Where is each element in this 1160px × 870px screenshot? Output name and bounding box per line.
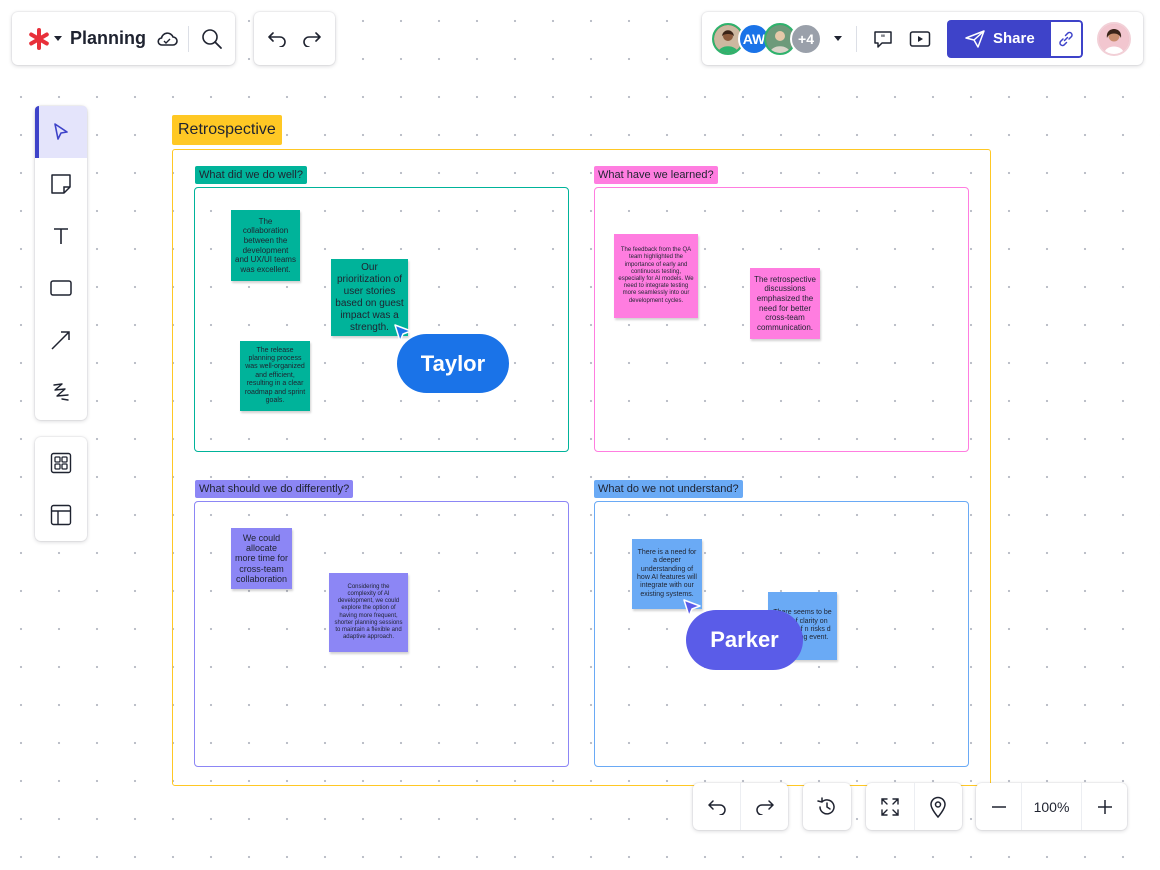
collaborator-cursor-label: Taylor: [397, 334, 509, 393]
templates-tool[interactable]: [35, 437, 87, 489]
cursor-arrow-icon: [54, 123, 68, 140]
layout-icon: [50, 504, 72, 526]
share-group: Share: [947, 19, 1083, 58]
quadrant-label-learned[interactable]: What have we learned?: [594, 166, 718, 184]
history-toolbar: [254, 12, 335, 65]
share-button-label: Share: [993, 30, 1035, 47]
link-icon: [1058, 31, 1073, 46]
sticky-note-icon: [51, 174, 71, 194]
tool-palette: [35, 106, 87, 420]
logo-menu-caret-icon[interactable]: [54, 35, 62, 42]
fit-to-screen-icon[interactable]: [866, 783, 915, 830]
quadrant-label-well[interactable]: What did we do well?: [195, 166, 307, 184]
view-controls: [866, 783, 962, 830]
divider: [188, 25, 189, 52]
sticky-note[interactable]: We could allocate more time for cross-te…: [231, 528, 292, 589]
secondary-tool-palette: [35, 437, 87, 541]
app-logo-icon[interactable]: [28, 27, 50, 50]
arrow-line-icon: [51, 331, 70, 350]
frame-title[interactable]: Retrospective: [172, 115, 282, 145]
freehand-icon: [53, 383, 69, 401]
bottom-history-controls: [693, 783, 788, 830]
sticky-note[interactable]: The release planning process was well-or…: [240, 341, 310, 411]
zoom-level[interactable]: 100%: [1022, 799, 1081, 815]
sticky-note[interactable]: The retrospective discussions emphasized…: [750, 268, 820, 339]
text-tool[interactable]: [35, 210, 87, 262]
sticky-note-tool[interactable]: [35, 158, 87, 210]
location-pin-icon[interactable]: [915, 783, 963, 830]
grid-icon: [50, 452, 72, 474]
document-toolbar: Planning: [12, 12, 235, 65]
redo-icon[interactable]: [741, 783, 788, 830]
copy-link-button[interactable]: [1050, 19, 1083, 58]
pen-tool[interactable]: [35, 366, 87, 418]
text-icon: [54, 228, 68, 244]
quadrant-label-understand[interactable]: What do we not understand?: [594, 480, 743, 498]
undo-icon[interactable]: [267, 31, 287, 47]
connector-tool[interactable]: [35, 314, 87, 366]
collaboration-toolbar: AW +4 " Share: [702, 12, 1143, 65]
collaborators-dropdown-icon[interactable]: [834, 35, 842, 42]
version-history-button[interactable]: [803, 783, 851, 830]
cloud-saved-icon[interactable]: [156, 31, 178, 47]
document-title[interactable]: Planning: [70, 28, 146, 49]
present-icon[interactable]: [909, 30, 931, 48]
avatar-overflow-count[interactable]: +4: [790, 22, 822, 55]
share-button[interactable]: Share: [947, 19, 1051, 58]
zoom-in-icon[interactable]: [1081, 783, 1127, 830]
quadrant-label-differently[interactable]: What should we do differently?: [195, 480, 354, 498]
redo-icon[interactable]: [302, 31, 322, 47]
comment-icon[interactable]: ": [873, 29, 893, 49]
zoom-controls: 100%: [976, 783, 1127, 830]
layout-tool[interactable]: [35, 489, 87, 541]
sticky-note[interactable]: Considering the complexity of AI develop…: [329, 573, 408, 652]
undo-icon[interactable]: [693, 783, 741, 830]
send-icon: [965, 29, 985, 48]
svg-text:": ": [881, 34, 886, 44]
collaborator-cursor-label: Parker: [686, 610, 803, 670]
search-icon[interactable]: [201, 28, 223, 50]
zoom-out-icon[interactable]: [976, 783, 1022, 830]
user-avatar[interactable]: [1096, 21, 1131, 56]
sticky-note[interactable]: The feedback from the QA team highlighte…: [614, 234, 698, 318]
collaborator-avatars[interactable]: AW +4: [712, 22, 822, 55]
shape-tool[interactable]: [35, 262, 87, 314]
select-tool[interactable]: [35, 106, 87, 158]
rectangle-icon: [50, 280, 72, 296]
divider: [856, 25, 857, 52]
sticky-note[interactable]: The collaboration between the developmen…: [231, 210, 300, 281]
history-icon: [817, 796, 835, 815]
